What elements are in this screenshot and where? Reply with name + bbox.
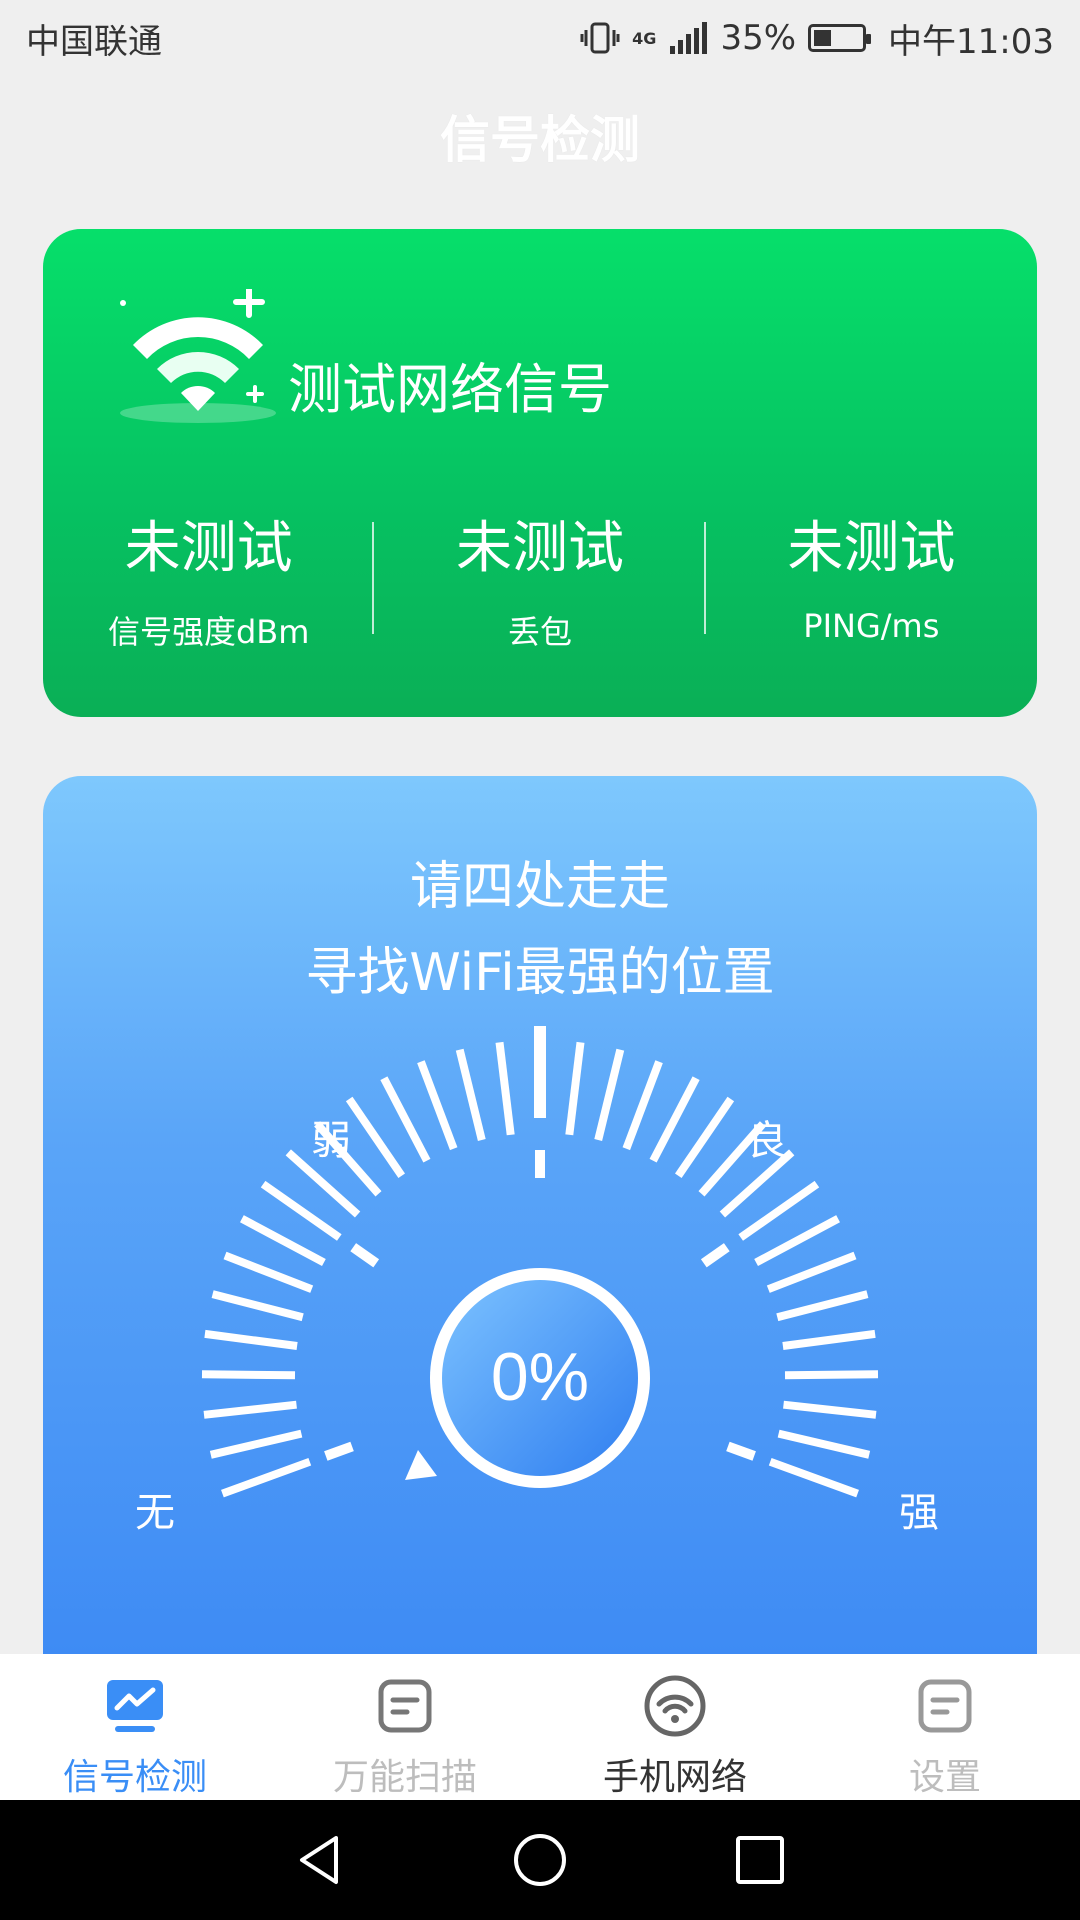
- gauge-tick: [777, 1429, 871, 1459]
- signal-gauge: 0% 弱 良 无 强: [135, 1026, 939, 1536]
- gauge-tick: [455, 1048, 486, 1141]
- gauge-tick: [565, 1041, 585, 1136]
- divider: [372, 522, 374, 634]
- gauge-tick: [776, 1290, 869, 1322]
- gauge-tick: [417, 1060, 458, 1151]
- tab-signal-detect[interactable]: 信号检测: [0, 1654, 270, 1800]
- gauge-tick: [754, 1215, 840, 1267]
- tab-label: 万能扫描: [332, 1757, 477, 1798]
- gauge-tick: [649, 1076, 700, 1163]
- gauge-value: 0%: [491, 1339, 589, 1415]
- carrier-name: 中国联通: [26, 21, 162, 62]
- wifi-sparkle-icon: [120, 289, 276, 423]
- gauge-label-strong: 强: [899, 1490, 939, 1536]
- gauge-tick: [768, 1458, 859, 1498]
- document-icon: [378, 1679, 432, 1733]
- battery-icon: [808, 24, 872, 52]
- gauge-label-none: 无: [135, 1490, 175, 1536]
- gauge-pointer: [405, 1450, 437, 1480]
- wifi-icon: [644, 1675, 706, 1737]
- hint-line-1: 请四处走走: [409, 857, 670, 917]
- home-icon[interactable]: [510, 1830, 570, 1890]
- gauge-tick: [204, 1329, 298, 1350]
- gauge-label-weak: 弱: [311, 1118, 351, 1164]
- stat-ping: 未测试 PING/ms: [706, 509, 1037, 653]
- document-icon: [918, 1679, 972, 1733]
- test-signal-card[interactable]: 测试网络信号 未测试 信号强度dBm 未测试 丢包 未测试 PING/ms: [43, 229, 1037, 717]
- signal-icon: [670, 22, 708, 54]
- bottom-nav: 信号检测 万能扫描 手机网络 设置: [0, 1654, 1080, 1800]
- tab-label: 手机网络: [602, 1757, 747, 1798]
- network-type: 4G: [632, 28, 657, 48]
- status-indicators: 4G 35% 中午11:03: [580, 14, 1054, 63]
- gauge-major-tick: [700, 1243, 730, 1268]
- stat-value: 未测试: [787, 516, 956, 581]
- stat-packet-loss: 未测试 丢包: [374, 509, 705, 653]
- back-icon[interactable]: [290, 1830, 350, 1890]
- gauge-tick: [783, 1400, 877, 1419]
- gauge-tick: [622, 1060, 663, 1151]
- system-nav-bar: [0, 1800, 1080, 1920]
- tab-universal-scan[interactable]: 万能扫描: [270, 1654, 540, 1800]
- clock: 中午11:03: [888, 21, 1054, 62]
- tab-label: 设置: [908, 1757, 981, 1798]
- stat-label: 信号强度dBm: [107, 613, 310, 651]
- gauge-tick: [784, 1370, 879, 1380]
- gauge-tick: [766, 1251, 857, 1293]
- stat-label: PING/ms: [803, 607, 940, 645]
- recents-icon[interactable]: [730, 1830, 790, 1890]
- gauge-major-tick: [350, 1243, 380, 1268]
- vibrate-icon: [580, 22, 620, 54]
- stat-signal-strength: 未测试 信号强度dBm: [43, 509, 374, 653]
- gauge-label-good: 良: [747, 1118, 787, 1164]
- battery-percent: 35%: [720, 18, 797, 58]
- gauge-tick: [221, 1458, 312, 1498]
- card-title: 测试网络信号: [288, 358, 612, 421]
- gauge-tick: [380, 1076, 431, 1163]
- stat-value: 未测试: [124, 516, 293, 581]
- gauge-tick: [240, 1215, 326, 1267]
- signal-stats: 未测试 信号强度dBm 未测试 丢包 未测试 PING/ms: [43, 509, 1037, 653]
- gauge-tick: [203, 1400, 297, 1419]
- gauge-tick: [209, 1429, 303, 1459]
- hint-line-2: 寻找WiFi最强的位置: [305, 943, 775, 1003]
- gauge-major-tick: [324, 1441, 354, 1461]
- tab-settings[interactable]: 设置: [810, 1654, 1080, 1800]
- gauge-tick: [594, 1048, 625, 1141]
- page-title: 信号检测: [440, 111, 640, 169]
- gauge-tick: [495, 1041, 515, 1136]
- tab-mobile-network[interactable]: 手机网络: [540, 1654, 810, 1800]
- stat-label: 丢包: [507, 613, 572, 651]
- gauge-tick: [211, 1290, 304, 1322]
- gauge-major-tick: [726, 1441, 756, 1461]
- gauge-tick: [782, 1329, 876, 1350]
- chart-icon: [107, 1680, 163, 1732]
- status-bar: 中国联通 4G 35% 中午11:03: [0, 0, 1080, 76]
- stat-value: 未测试: [455, 516, 624, 581]
- hint-text: 请四处走走 寻找WiFi最强的位置: [43, 844, 1037, 1016]
- wifi-locator-card: 请四处走走 寻找WiFi最强的位置 0% 弱 良 无 强: [43, 776, 1037, 1676]
- divider: [704, 522, 706, 634]
- gauge-tick: [201, 1370, 296, 1380]
- tab-label: 信号检测: [62, 1757, 207, 1798]
- gauge-tick: [223, 1251, 314, 1293]
